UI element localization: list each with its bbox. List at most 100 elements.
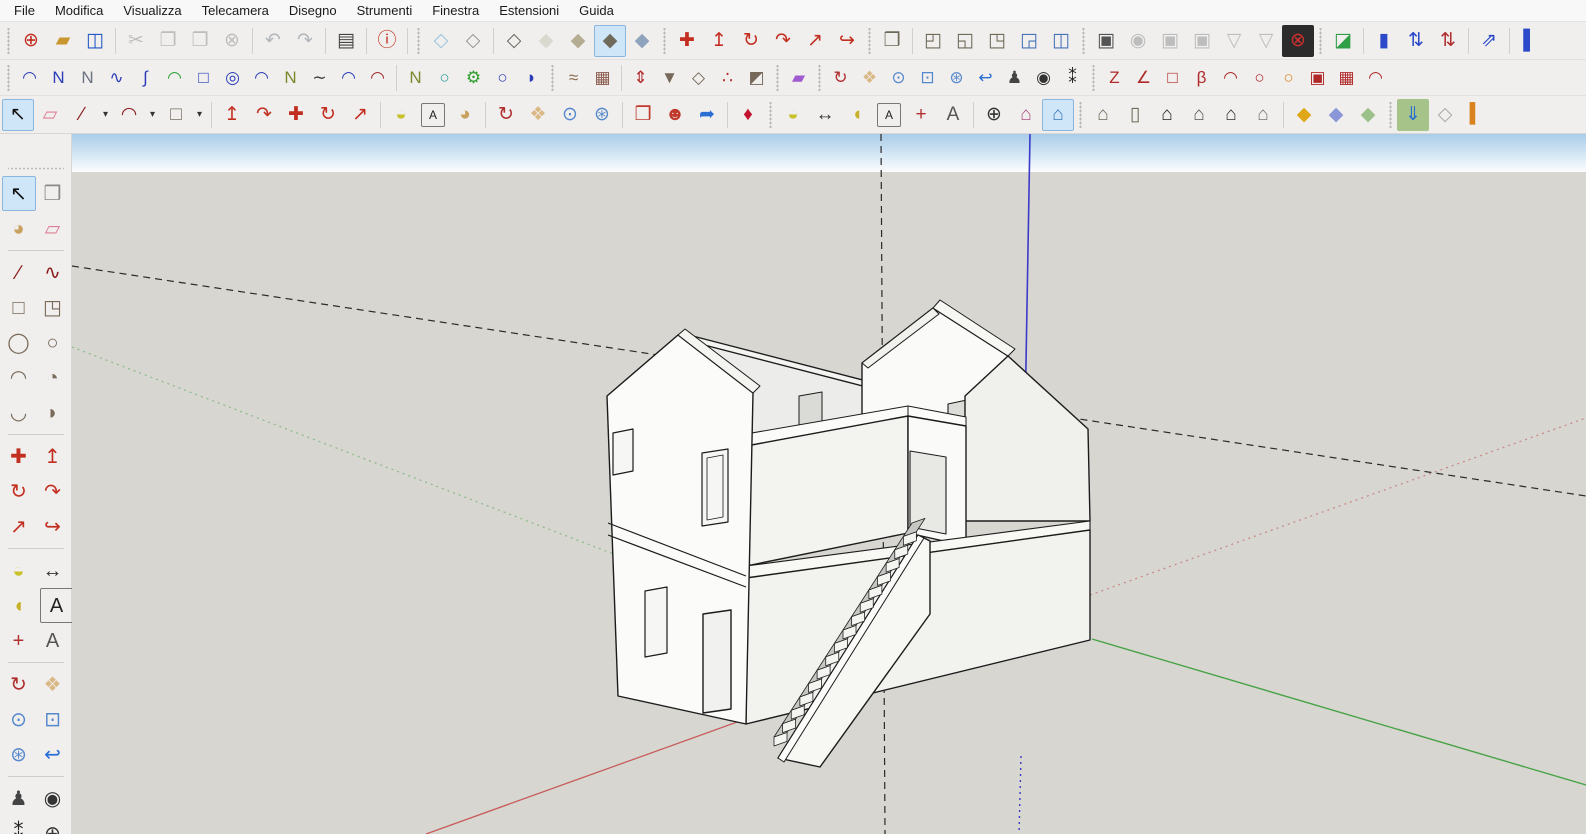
- bezier-polyline-button[interactable]: N: [44, 63, 73, 92]
- arc-segment-button[interactable]: ◗: [517, 63, 546, 92]
- previous-view-tool[interactable]: ↩: [36, 737, 70, 772]
- arc-tool[interactable]: ◠: [2, 360, 36, 395]
- axes-button[interactable]: +: [905, 99, 937, 131]
- sandbox-stamp-button[interactable]: ▼: [655, 63, 684, 92]
- menu-disegno[interactable]: Disegno: [279, 0, 347, 23]
- rotate-button[interactable]: ↻: [735, 25, 767, 57]
- save-button[interactable]: ◫: [79, 25, 111, 57]
- tape-measure-button[interactable]: ◒: [385, 99, 417, 131]
- view-back-button[interactable]: ▯: [1119, 99, 1151, 131]
- view-front-button[interactable]: ⌂: [1151, 99, 1183, 131]
- plugin-partial-button[interactable]: ▌: [1514, 25, 1546, 57]
- menu-visualizza[interactable]: Visualizza: [113, 0, 191, 23]
- follow-me-button[interactable]: ↷: [767, 25, 799, 57]
- solid-outer-shell-button[interactable]: ❒: [876, 25, 908, 57]
- orbit-tool[interactable]: ↻: [2, 667, 36, 702]
- model-info-button[interactable]: ⓘ: [371, 25, 403, 57]
- look-around-button[interactable]: ◉: [1029, 63, 1058, 92]
- polygon-tool[interactable]: ○: [36, 325, 70, 360]
- tos-arc-button[interactable]: ◠: [1216, 63, 1245, 92]
- eraser-button[interactable]: ▱: [34, 99, 66, 131]
- zoom-window-tool[interactable]: ⊡: [36, 702, 70, 737]
- style-monochrome-button[interactable]: ◆: [626, 25, 658, 57]
- solid-trim-button[interactable]: ◲: [1013, 25, 1045, 57]
- push-pull-tool[interactable]: ↥: [36, 439, 70, 474]
- plugin-down-up-button[interactable]: ⇅: [1432, 25, 1464, 57]
- select-tool[interactable]: ↖: [2, 176, 36, 211]
- scale-button[interactable]: ↗: [799, 25, 831, 57]
- rectangle-button[interactable]: □: [160, 99, 192, 131]
- pan-button[interactable]: ❖: [522, 99, 554, 131]
- tos-zline-button[interactable]: Z: [1100, 63, 1129, 92]
- line-button[interactable]: ∕: [66, 99, 98, 131]
- plugin-plane-button[interactable]: ◪: [1327, 25, 1359, 57]
- view-iso-button[interactable]: ⌂: [1087, 99, 1119, 131]
- polyline-3d-button[interactable]: N: [401, 63, 430, 92]
- sandbox-flip-edge-button[interactable]: ◩: [742, 63, 771, 92]
- bezier-fat-curve-button[interactable]: N: [73, 63, 102, 92]
- sandbox-smoove-button[interactable]: ⇕: [626, 63, 655, 92]
- pan-tool[interactable]: ❖: [36, 667, 70, 702]
- viewport[interactable]: [72, 134, 1586, 834]
- model-canvas[interactable]: [72, 134, 1586, 834]
- protractor-tool[interactable]: ◖: [2, 588, 36, 623]
- line-dropdown[interactable]: ▾: [98, 99, 113, 131]
- north-compass-button[interactable]: ⊕: [978, 99, 1010, 131]
- style-xray-button[interactable]: ◇: [425, 25, 457, 57]
- text-3d-tool[interactable]: A: [36, 623, 70, 658]
- solid-subtract-button[interactable]: ◳: [981, 25, 1013, 57]
- geo-import-button[interactable]: ⇓: [1397, 99, 1429, 131]
- scale-tool[interactable]: ↗: [2, 509, 36, 544]
- offset-tool[interactable]: ↪: [36, 509, 70, 544]
- protractor-button[interactable]: ◖: [841, 99, 873, 131]
- pie-2-tool[interactable]: ◗: [36, 395, 70, 430]
- sandbox-drape-button[interactable]: ◇: [684, 63, 713, 92]
- paint-bucket-tool[interactable]: ◕: [2, 211, 36, 246]
- move-tool[interactable]: ✚: [2, 439, 36, 474]
- move-button[interactable]: ✚: [671, 25, 703, 57]
- walk-button[interactable]: ⁑: [1058, 63, 1087, 92]
- menu-finestra[interactable]: Finestra: [422, 0, 489, 23]
- axes-tool[interactable]: +: [2, 623, 36, 658]
- view-outline-button[interactable]: ⌂: [1215, 99, 1247, 131]
- acT-camera-off-button[interactable]: ⊗: [1282, 25, 1314, 57]
- partial-edge-button[interactable]: ▍: [1461, 99, 1493, 131]
- sandbox-add-detail-button[interactable]: ∴: [713, 63, 742, 92]
- polygon-teal-button[interactable]: ○: [430, 63, 459, 92]
- previous-view-button[interactable]: ↩: [971, 63, 1000, 92]
- tos-partial-button[interactable]: ◠: [1361, 63, 1390, 92]
- style-cube-violet-button[interactable]: ◆: [1320, 99, 1352, 131]
- dimension-tool[interactable]: ↔: [36, 553, 70, 588]
- zoom-tool[interactable]: ⊙: [2, 702, 36, 737]
- north-compass-tool[interactable]: ⊕: [36, 816, 70, 834]
- push-pull-button[interactable]: ↥: [216, 99, 248, 131]
- menu-file[interactable]: File: [4, 0, 45, 23]
- arc-dropdown[interactable]: ▾: [145, 99, 160, 131]
- bezier-curve-button[interactable]: ∿: [102, 63, 131, 92]
- sandbox-from-scratch-button[interactable]: ▦: [588, 63, 617, 92]
- rotate-button[interactable]: ↻: [312, 99, 344, 131]
- arc-button[interactable]: ◠: [113, 99, 145, 131]
- tape-measure-tool[interactable]: ◒: [2, 553, 36, 588]
- circle-tool[interactable]: ◯: [2, 325, 36, 360]
- scale-button[interactable]: ↗: [344, 99, 376, 131]
- style-cube-yellow-button[interactable]: ◆: [1288, 99, 1320, 131]
- tos-circle-button[interactable]: ○: [1245, 63, 1274, 92]
- menu-telecamera[interactable]: Telecamera: [192, 0, 279, 23]
- tos-freehand-button[interactable]: β: [1187, 63, 1216, 92]
- move-button[interactable]: ✚: [280, 99, 312, 131]
- tape-measure-2-button[interactable]: ◒: [777, 99, 809, 131]
- acT-create-camera-button[interactable]: ▣: [1090, 25, 1122, 57]
- view-top-button[interactable]: ⌂: [1183, 99, 1215, 131]
- style-hidden-line-button[interactable]: ◆: [530, 25, 562, 57]
- text-2-button[interactable]: A: [877, 103, 901, 127]
- bezier-crimson-arc-button[interactable]: ◠: [363, 63, 392, 92]
- paint-bucket-button[interactable]: ◕: [449, 99, 481, 131]
- tos-square-button[interactable]: □: [1158, 63, 1187, 92]
- solid-split-button[interactable]: ◫: [1045, 25, 1077, 57]
- bezier-spiral-button[interactable]: ◎: [218, 63, 247, 92]
- menu-strumenti[interactable]: Strumenti: [347, 0, 423, 23]
- make-component-tool[interactable]: ❒: [36, 176, 70, 211]
- bezier-arc-green-button[interactable]: ◠: [160, 63, 189, 92]
- arc-3pt-tool[interactable]: ◡: [2, 395, 36, 430]
